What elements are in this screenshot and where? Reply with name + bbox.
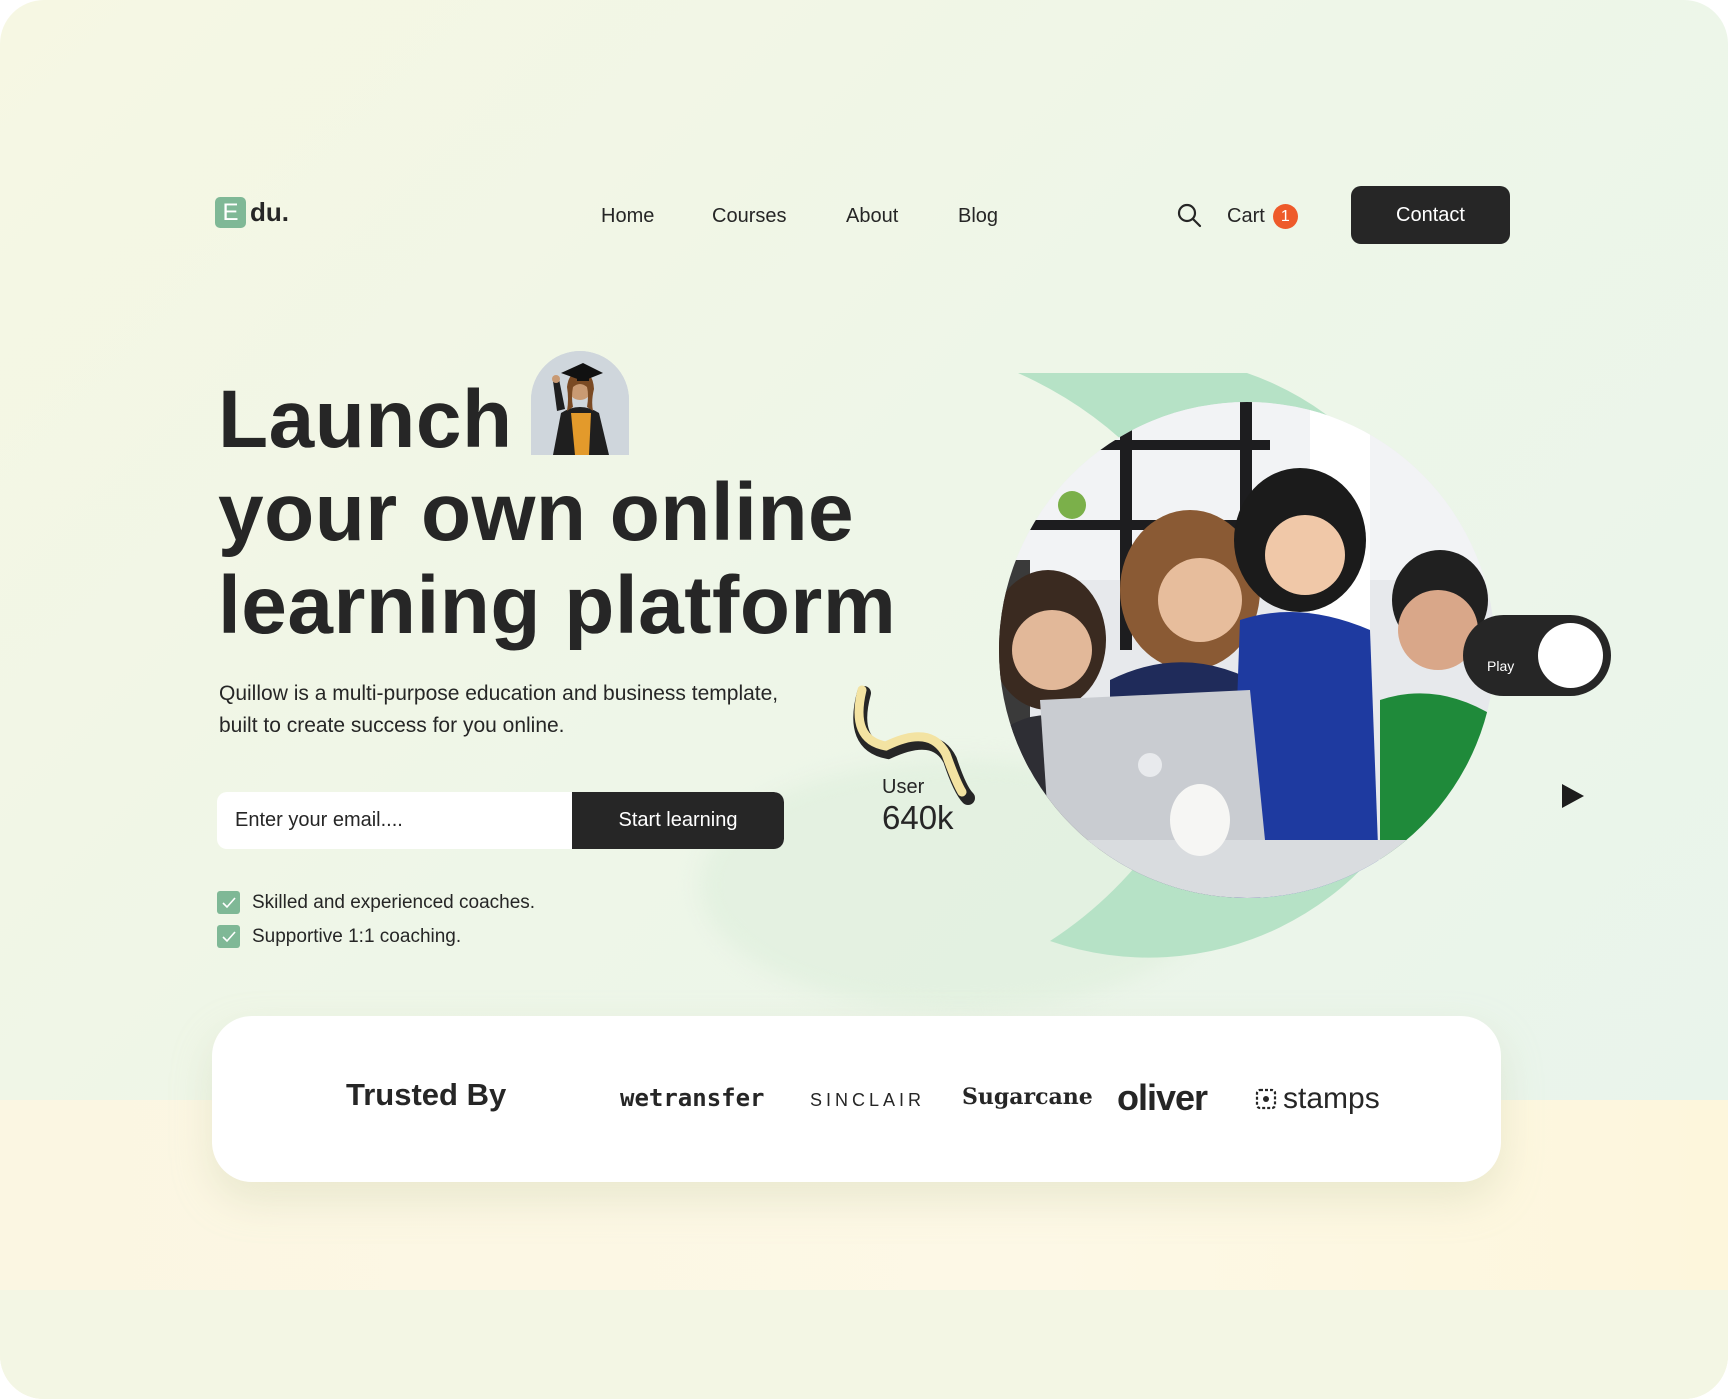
brand-logo-oliver: oliver <box>1117 1077 1208 1118</box>
play-label: Play <box>1487 658 1515 674</box>
hero-illustration <box>853 373 1495 958</box>
brand-logo-wetransfer: wetransfer <box>620 1084 765 1112</box>
user-stat-label: User <box>882 776 925 798</box>
user-stat-value: 640k <box>882 799 954 836</box>
brand-stamps-text: stamps <box>1283 1082 1380 1115</box>
stamps-icon <box>1255 1088 1277 1110</box>
page-frame: E du. Home Courses About Blog Cart 1 Con… <box>0 0 1728 1399</box>
trusted-by-title: Trusted By <box>346 1077 507 1112</box>
brand-logo-sugarcane: Sugarcane <box>962 1084 1093 1110</box>
bottom-strip <box>0 1290 1728 1399</box>
team-photo <box>999 402 1495 898</box>
play-icon[interactable] <box>1561 783 1585 809</box>
brand-logo-stamps: stamps <box>1255 1082 1380 1116</box>
play-toggle[interactable]: Play <box>1463 615 1611 696</box>
brand-logo-sinclair: SINCLAIR <box>810 1090 926 1110</box>
user-stat: User 640k <box>882 776 954 837</box>
play-toggle-knob <box>1538 623 1603 688</box>
